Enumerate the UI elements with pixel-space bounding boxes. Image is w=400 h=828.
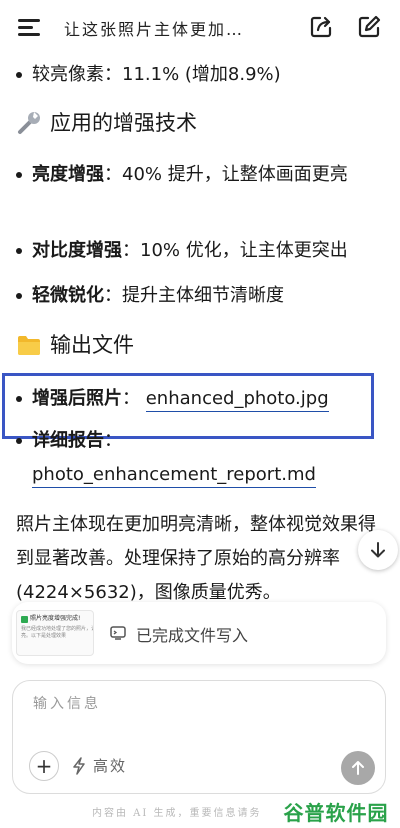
section-heading-techniques: 应用的增强技术 [16, 108, 197, 138]
message-composer[interactable]: 输入信息 + 高效 [12, 680, 386, 794]
mode-selector[interactable]: 高效 [71, 755, 127, 776]
plus-icon: + [35, 754, 53, 778]
mode-label: 高效 [93, 757, 128, 775]
output-file-name: 详细报告 [32, 430, 104, 451]
top-bar: 让这张照片主体更加… [0, 0, 400, 54]
share-icon[interactable] [308, 14, 334, 40]
thumb-line: 我已经成功地处理了您的照片，让主体更 [21, 626, 93, 632]
status-text: 已完成文件写入 [136, 626, 249, 645]
list-item-technique: 轻微锐化：提升主体细节清晰度 [16, 279, 376, 313]
bright-pixels-label: 较亮像素 [32, 64, 104, 85]
technique-name: 轻微锐化 [32, 285, 104, 306]
message-input[interactable]: 输入信息 [33, 693, 101, 713]
document-thumbnail[interactable]: 照片亮度增强完成! 我已经成功地处理了您的照片，让主体更 亮。以下是处理效果 [16, 610, 94, 656]
thumb-line: 亮。以下是处理效果 [21, 633, 67, 639]
technique-desc: ：10% 优化，让主体更突出 [122, 240, 348, 261]
summary-paragraph: 照片主体现在更加明亮清晰，整体视觉效果得到显著改善。处理保持了原始的高分辨率(4… [16, 514, 376, 603]
section-heading-output: 输出文件 [16, 330, 134, 360]
send-button[interactable] [341, 751, 375, 785]
technique-name: 对比度增强 [32, 240, 122, 261]
folder-icon [18, 336, 40, 355]
list-item-technique: 亮度增强：40% 提升，让整体画面更亮 [16, 158, 376, 192]
separator: ： [104, 430, 122, 451]
section-title: 应用的增强技术 [50, 111, 197, 135]
technique-desc: ：40% 提升，让整体画面更亮 [104, 164, 348, 185]
thumb-title: 照片亮度增强完成! [30, 615, 81, 622]
add-attachment-button[interactable]: + [29, 751, 59, 781]
menu-icon[interactable] [18, 17, 42, 37]
technique-name: 亮度增强 [32, 164, 104, 185]
bright-pixels-value: ：11.1% (增加8.9%) [104, 64, 281, 85]
file-write-status-card[interactable]: 照片亮度增强完成! 我已经成功地处理了您的照片，让主体更 亮。以下是处理效果 已… [12, 602, 386, 664]
technique-desc: ：提升主体细节清晰度 [104, 285, 284, 306]
wrench-icon [18, 112, 40, 134]
section-title: 输出文件 [50, 333, 134, 357]
list-item-bright-pixels: 较亮像素：11.1% (增加8.9%) [16, 58, 376, 92]
lightning-icon [73, 756, 85, 775]
check-icon [21, 615, 28, 623]
site-watermark: 谷普软件园 [283, 800, 389, 825]
new-chat-icon[interactable] [356, 14, 382, 40]
arrow-up-icon [352, 761, 364, 775]
report-link[interactable]: photo_enhancement_report.md [32, 464, 316, 488]
conversation-title[interactable]: 让这张照片主体更加… [64, 16, 276, 40]
list-item-technique: 对比度增强：10% 优化，让主体更突出 [16, 234, 376, 268]
terminal-icon [110, 626, 126, 640]
scroll-down-button[interactable] [358, 530, 398, 570]
ai-disclaimer: 内容由 AI 生成，重要信息请务 [92, 808, 262, 819]
list-item-output-file: 详细报告： photo_enhancement_report.md [16, 424, 376, 492]
arrow-down-icon [371, 542, 385, 558]
